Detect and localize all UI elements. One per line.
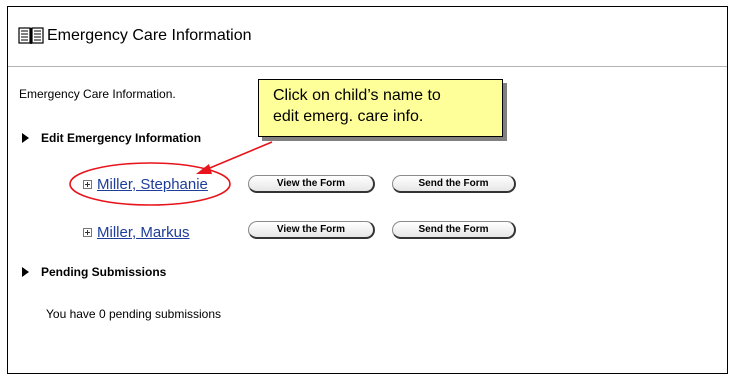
intro-text: Emergency Care Information. xyxy=(19,87,176,101)
pending-status-text: You have 0 pending submissions xyxy=(46,307,222,321)
view-form-button-markus[interactable]: View the Form xyxy=(248,221,375,239)
panel-header: Emergency Care Information xyxy=(8,7,727,67)
section-heading-edit-label: Edit Emergency Information xyxy=(41,131,202,145)
page-title: Emergency Care Information xyxy=(47,27,252,44)
view-form-button-stephanie[interactable]: View the Form xyxy=(248,175,375,193)
section-heading-pending[interactable]: Pending Submissions xyxy=(22,265,166,279)
child-row-stephanie: Miller, Stephanie xyxy=(83,173,208,195)
child-link-markus[interactable]: Miller, Markus xyxy=(97,224,190,241)
callout-line-1: Click on child’s name to xyxy=(273,87,441,104)
expand-triangle-icon[interactable] xyxy=(22,132,29,143)
callout-line-2: edit emerg. care info. xyxy=(273,108,424,125)
plus-box-icon[interactable] xyxy=(83,227,92,237)
child-row-markus: Miller, Markus xyxy=(83,221,190,243)
plus-box-icon[interactable] xyxy=(83,179,92,189)
open-book-icon xyxy=(18,27,44,44)
expand-triangle-icon[interactable] xyxy=(22,266,29,277)
send-form-button-stephanie[interactable]: Send the Form xyxy=(392,175,516,193)
section-heading-pending-label: Pending Submissions xyxy=(41,265,167,279)
section-heading-edit[interactable]: Edit Emergency Information xyxy=(22,131,201,145)
send-form-button-markus[interactable]: Send the Form xyxy=(392,221,516,239)
instruction-callout: Click on child’s name to edit emerg. car… xyxy=(258,79,503,137)
emergency-care-panel: Emergency Care Information Emergency Car… xyxy=(7,6,728,374)
child-link-stephanie[interactable]: Miller, Stephanie xyxy=(97,176,208,193)
